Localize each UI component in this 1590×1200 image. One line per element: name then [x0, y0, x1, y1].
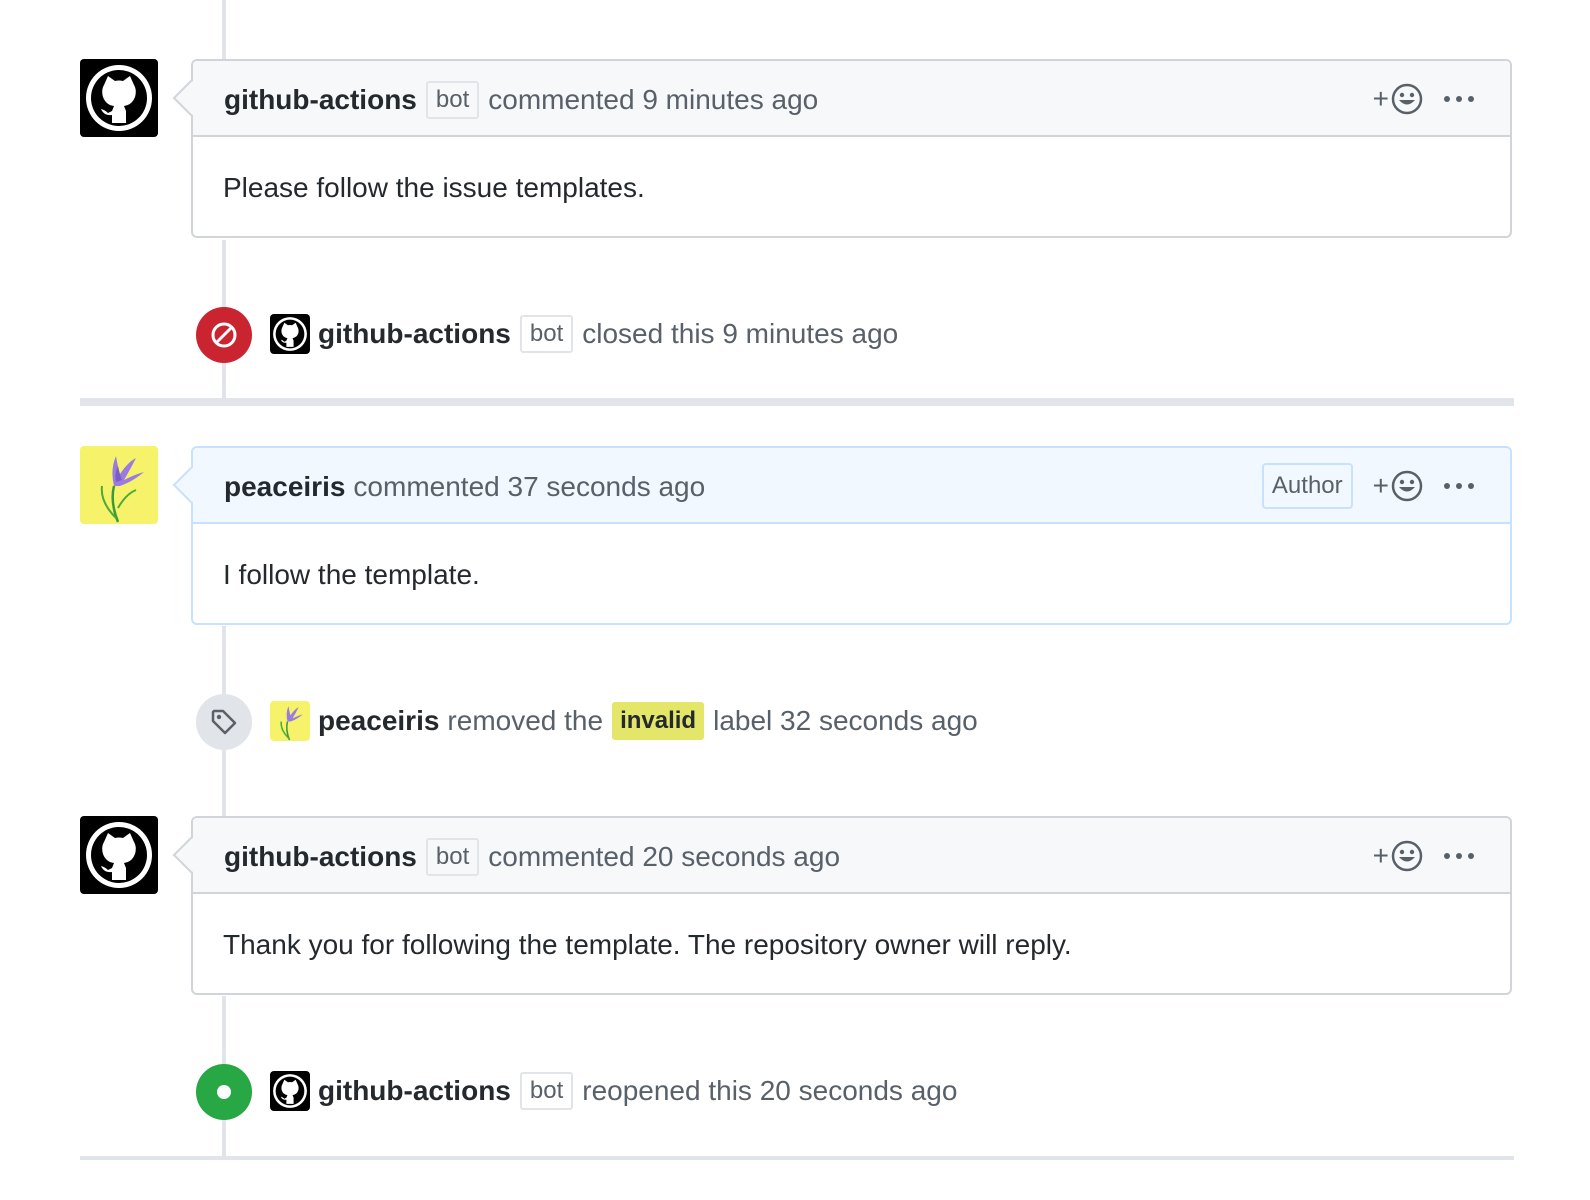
comment-header: peaceiris commented 37 seconds ago Autho… [172, 448, 1510, 524]
author-badge: Author [1261, 463, 1353, 509]
comment-body: Please follow the issue templates. [223, 172, 645, 203]
event-text-before: removed the [447, 705, 604, 736]
event-actor[interactable]: peaceiris [318, 705, 439, 737]
kebab-horizontal-icon[interactable] [1444, 851, 1474, 861]
comment-author[interactable]: github-actions [224, 841, 417, 873]
avatar-github-actions-small[interactable] [270, 314, 310, 354]
add-reaction-button[interactable]: + [1373, 469, 1424, 503]
github-octocat-icon [273, 1074, 307, 1108]
github-octocat-icon [273, 317, 307, 351]
comment-card: github-actions bot commented 9 minutes a… [172, 59, 1512, 238]
comment-author[interactable]: github-actions [224, 84, 417, 116]
event-text[interactable]: reopened this 20 seconds ago [582, 1075, 957, 1107]
circle-slash-icon [196, 307, 252, 363]
comment-card: peaceiris commented 37 seconds ago Autho… [172, 446, 1512, 625]
add-reaction-button[interactable]: + [1373, 82, 1424, 116]
kebab-horizontal-icon[interactable] [1444, 94, 1474, 104]
reaction-plus: + [1372, 840, 1389, 871]
iris-flower-icon [100, 456, 144, 523]
iris-flower-icon [280, 706, 303, 741]
event-actor[interactable]: github-actions [318, 318, 511, 350]
comment-timestamp[interactable]: commented 9 minutes ago [488, 84, 818, 116]
bot-label: bot [519, 315, 574, 353]
smiley-icon [1391, 83, 1423, 115]
comment-timestamp[interactable]: commented 20 seconds ago [488, 841, 840, 873]
comment-caret [172, 836, 210, 874]
comment-header: github-actions bot commented 20 seconds … [172, 818, 1510, 894]
smiley-icon [1391, 840, 1423, 872]
comment-card: github-actions bot commented 20 seconds … [172, 816, 1512, 995]
bot-label: bot [425, 838, 480, 876]
comment-caret [172, 466, 210, 504]
comment-author[interactable]: peaceiris [224, 471, 345, 503]
bot-label: bot [425, 81, 480, 119]
github-octocat-icon [86, 822, 152, 888]
comment-caret [172, 79, 210, 117]
reaction-plus: + [1372, 470, 1389, 501]
event-closed: github-actions bot closed this 9 minutes… [270, 313, 898, 355]
timeline-divider [80, 1156, 1514, 1160]
avatar-github-actions-small[interactable] [270, 1071, 310, 1111]
comment-header: github-actions bot commented 9 minutes a… [172, 61, 1510, 137]
event-text-after[interactable]: label 32 seconds ago [713, 705, 978, 737]
timeline-line [222, 0, 226, 60]
event-actor[interactable]: github-actions [318, 1075, 511, 1107]
event-text[interactable]: closed this 9 minutes ago [582, 318, 898, 350]
github-octocat-icon [86, 65, 152, 131]
bot-label: bot [519, 1072, 574, 1110]
event-reopened: github-actions bot reopened this 20 seco… [270, 1070, 957, 1112]
avatar-peaceiris[interactable] [80, 446, 158, 524]
smiley-icon [1391, 470, 1423, 502]
avatar-peaceiris-small[interactable] [270, 701, 310, 741]
timeline-divider [80, 398, 1514, 406]
avatar-github-actions[interactable] [80, 816, 158, 894]
tag-icon [196, 694, 252, 750]
comment-body: Thank you for following the template. Th… [223, 929, 1072, 960]
event-unlabeled: peaceiris removed the invalid label 32 s… [270, 700, 978, 742]
comment-timestamp[interactable]: commented 37 seconds ago [353, 471, 705, 503]
reaction-plus: + [1372, 83, 1389, 114]
dot-fill-icon [196, 1064, 252, 1120]
avatar-github-actions[interactable] [80, 59, 158, 137]
add-reaction-button[interactable]: + [1373, 839, 1424, 873]
kebab-horizontal-icon[interactable] [1444, 481, 1474, 491]
label-invalid[interactable]: invalid [612, 702, 705, 740]
comment-body: I follow the template. [223, 559, 480, 590]
